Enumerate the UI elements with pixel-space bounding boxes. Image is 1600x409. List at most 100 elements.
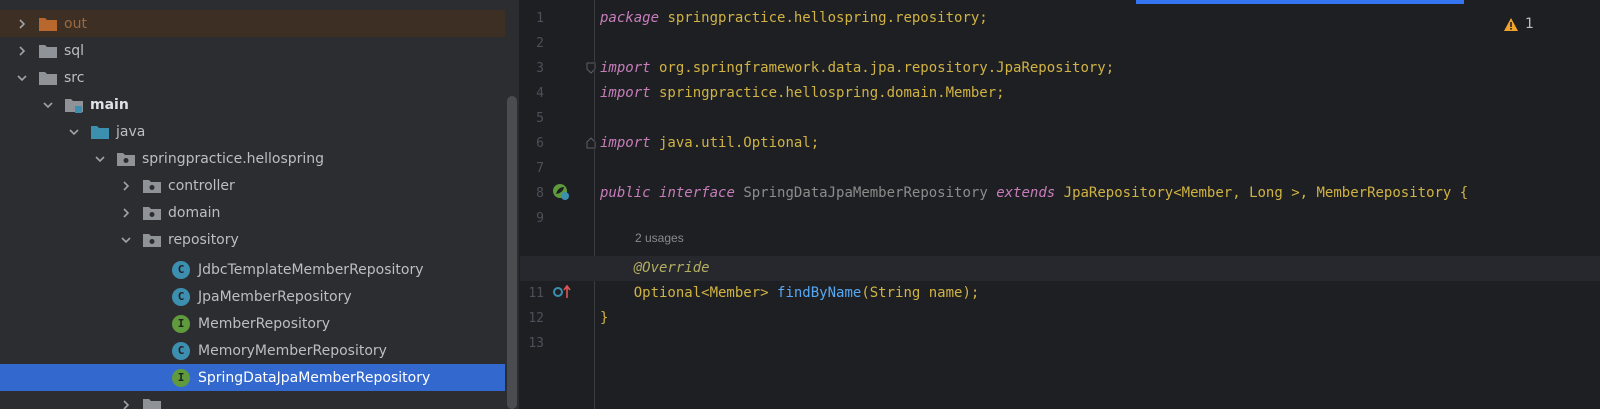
extends-clause: JpaRepository<Member, Long >, MemberRepo… bbox=[1063, 185, 1469, 201]
tree-item-label: out bbox=[64, 15, 87, 32]
tree-item-out[interactable]: out bbox=[0, 10, 505, 37]
code-line-3[interactable]: import org.springframework.data.jpa.repo… bbox=[600, 56, 1600, 81]
tree-item-label: main bbox=[90, 96, 129, 113]
tree-item-label: MemberRepository bbox=[198, 315, 331, 332]
annotation-override: @Override bbox=[633, 260, 710, 276]
import-path: springpractice.hellospring.domain.Member… bbox=[650, 85, 1005, 101]
tree-item-package-root[interactable]: springpractice.hellospring bbox=[0, 145, 505, 172]
tree-item-label: java bbox=[116, 123, 146, 140]
tree-item-label: MemoryMemberRepository bbox=[198, 342, 387, 359]
source-root-folder-icon bbox=[64, 97, 84, 113]
tree-item-sql[interactable]: sql bbox=[0, 37, 505, 64]
gutter: 1 2 3 4 5 6 7 8 9 10 11 12 13 bbox=[520, 0, 596, 409]
tree-item-partial[interactable] bbox=[0, 391, 505, 409]
package-icon bbox=[142, 178, 162, 194]
package-icon bbox=[142, 232, 162, 248]
line-number: 12 bbox=[528, 311, 544, 326]
tree-item-label: repository bbox=[168, 231, 239, 248]
tree-item-spring-data-jpa-member-repository[interactable]: I SpringDataJpaMemberRepository bbox=[0, 364, 505, 391]
source-folder-icon bbox=[90, 124, 110, 140]
chevron-right-icon[interactable] bbox=[118, 397, 134, 409]
keyword-package: package bbox=[600, 10, 660, 26]
scrollbar-thumb[interactable] bbox=[507, 96, 517, 409]
keyword-interface: interface bbox=[659, 185, 735, 201]
class-icon: C bbox=[172, 260, 190, 279]
tree-item-label: sql bbox=[64, 42, 85, 59]
tree-item-label: domain bbox=[168, 204, 221, 221]
spring-bean-icon[interactable] bbox=[552, 183, 570, 201]
line-number: 6 bbox=[536, 136, 544, 151]
return-type: Optional<Member> bbox=[633, 285, 778, 301]
import-path: java.util.Optional; bbox=[650, 135, 820, 151]
tree-item-memory-member-repository[interactable]: C MemoryMemberRepository bbox=[0, 337, 505, 364]
keyword-extends: extends bbox=[996, 185, 1056, 201]
keyword-import: import bbox=[600, 85, 651, 101]
tree-item-label: src bbox=[64, 69, 85, 86]
project-tree: out sql src main java springpractice.hel… bbox=[0, 0, 505, 409]
keyword-import: import bbox=[600, 135, 651, 151]
chevron-down-icon[interactable] bbox=[14, 70, 30, 86]
tree-item-main[interactable]: main bbox=[0, 91, 505, 118]
line-number: 8 bbox=[536, 186, 544, 201]
method-params: (String name); bbox=[861, 285, 980, 301]
package-name: springpractice.hellospring.repository; bbox=[659, 10, 988, 26]
folder-icon bbox=[38, 43, 58, 59]
code-editor[interactable]: 1 1 2 3 4 5 6 7 8 9 10 11 12 13 package … bbox=[520, 0, 1600, 409]
class-icon: C bbox=[172, 287, 190, 306]
tree-item-label: controller bbox=[168, 177, 235, 194]
tree-item-controller[interactable]: controller bbox=[0, 172, 505, 199]
chevron-down-icon[interactable] bbox=[92, 151, 108, 167]
package-icon bbox=[116, 151, 136, 167]
chevron-right-icon[interactable] bbox=[14, 43, 30, 59]
code-line-4[interactable]: import springpractice.hellospring.domain… bbox=[600, 81, 1600, 106]
keyword-public: public bbox=[600, 185, 651, 201]
active-tab-indicator bbox=[1136, 0, 1464, 4]
code-line-1[interactable]: package springpractice.hellospring.repos… bbox=[600, 6, 1600, 31]
line-number: 5 bbox=[536, 111, 544, 126]
line-number: 3 bbox=[536, 61, 544, 76]
tree-item-domain[interactable]: domain bbox=[0, 199, 505, 226]
tree-item-src[interactable]: src bbox=[0, 64, 505, 91]
gutter-divider bbox=[594, 0, 595, 409]
chevron-down-icon[interactable] bbox=[66, 124, 82, 140]
interface-icon: I bbox=[172, 314, 190, 333]
tree-item-label: springpractice.hellospring bbox=[142, 150, 325, 167]
chevron-down-icon[interactable] bbox=[40, 97, 56, 113]
code-line-10[interactable]: @Override bbox=[520, 256, 1600, 281]
line-number: 4 bbox=[536, 86, 544, 101]
code-line-11[interactable]: Optional<Member> findByName(String name)… bbox=[600, 281, 1600, 306]
closing-brace: } bbox=[600, 310, 609, 326]
folder-excluded-icon bbox=[38, 16, 58, 32]
keyword-import: import bbox=[600, 60, 651, 76]
line-number: 1 bbox=[536, 11, 544, 26]
line-number: 9 bbox=[536, 211, 544, 226]
tree-item-jdbc-template-member-repository[interactable]: C JdbcTemplateMemberRepository bbox=[0, 256, 505, 283]
tree-item-label: JdbcTemplateMemberRepository bbox=[198, 261, 424, 278]
tree-item-jpa-member-repository[interactable]: C JpaMemberRepository bbox=[0, 283, 505, 310]
tree-item-label: JpaMemberRepository bbox=[198, 288, 352, 305]
chevron-right-icon[interactable] bbox=[14, 16, 30, 32]
code-line-12[interactable]: } bbox=[600, 306, 1600, 331]
chevron-right-icon[interactable] bbox=[118, 178, 134, 194]
usages-hint[interactable]: 2 usages bbox=[635, 231, 684, 245]
code-line-8[interactable]: public interface SpringDataJpaMemberRepo… bbox=[600, 181, 1600, 206]
code-line-6[interactable]: import java.util.Optional; bbox=[600, 131, 1600, 156]
tree-item-member-repository[interactable]: I MemberRepository bbox=[0, 310, 505, 337]
implemented-method-icon[interactable] bbox=[553, 284, 573, 300]
interface-icon: I bbox=[172, 368, 190, 387]
package-icon bbox=[142, 205, 162, 221]
import-path: org.springframework.data.jpa.repository.… bbox=[650, 60, 1115, 76]
tree-item-java[interactable]: java bbox=[0, 118, 505, 145]
chevron-down-icon[interactable] bbox=[118, 232, 134, 248]
class-icon: C bbox=[172, 341, 190, 360]
line-number: 2 bbox=[536, 36, 544, 51]
line-number: 13 bbox=[528, 336, 544, 351]
tree-scrollbar[interactable] bbox=[505, 0, 519, 409]
tree-item-repository[interactable]: repository bbox=[0, 226, 505, 253]
tree-item-label: SpringDataJpaMemberRepository bbox=[198, 369, 431, 386]
line-number: 7 bbox=[536, 161, 544, 176]
chevron-right-icon[interactable] bbox=[118, 205, 134, 221]
interface-name: SpringDataJpaMemberRepository bbox=[743, 185, 988, 201]
package-icon bbox=[142, 397, 162, 409]
method-name: findByName bbox=[777, 285, 862, 301]
